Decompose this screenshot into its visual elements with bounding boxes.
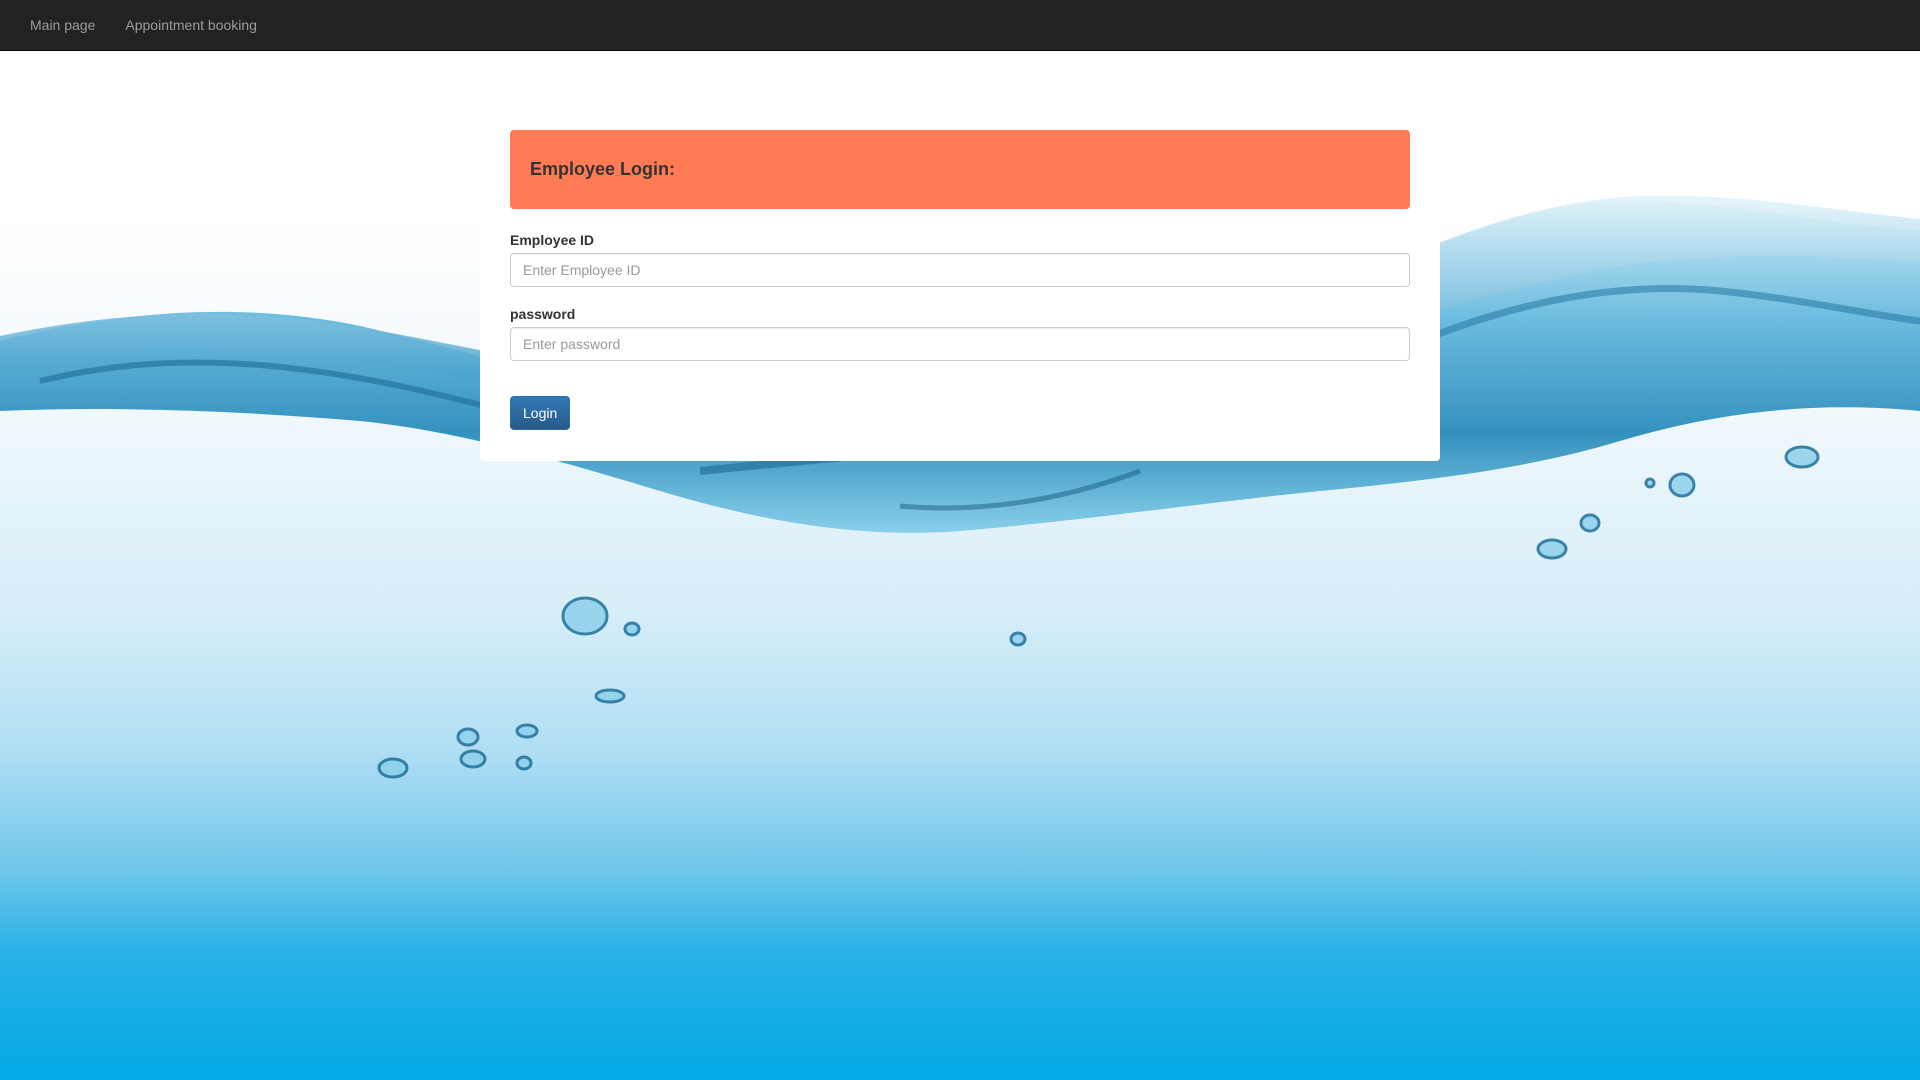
- login-title: Employee Login:: [530, 159, 676, 179]
- login-header: Employee Login:: [510, 130, 1410, 209]
- nav-appointment-booking-link[interactable]: Appointment booking: [110, 0, 272, 51]
- employee-id-input[interactable]: [510, 253, 1410, 287]
- login-button[interactable]: Login: [510, 396, 571, 430]
- password-label: password: [510, 306, 576, 322]
- top-navbar: Main page Appointment booking: [0, 0, 1920, 51]
- employee-id-label: Employee ID: [510, 232, 595, 248]
- nav-main-page-link[interactable]: Main page: [15, 0, 110, 51]
- employee-login-card: Employee Login: Employee ID password Log…: [480, 100, 1440, 461]
- password-input[interactable]: [510, 327, 1410, 361]
